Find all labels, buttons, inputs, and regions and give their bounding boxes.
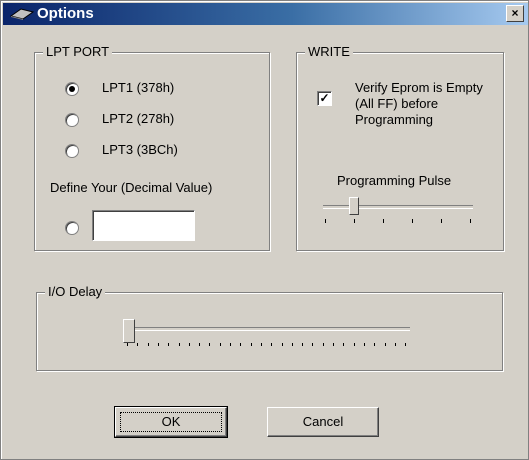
io-delay-tick (363, 343, 365, 346)
io-delay-tick (384, 343, 386, 346)
io-delay-tick (271, 343, 273, 346)
io-delay-tick (405, 343, 407, 346)
io-delay-tick (333, 343, 334, 346)
io-delay-tick (147, 343, 149, 346)
io-delay-group: I/O Delay (36, 284, 503, 371)
cancel-button[interactable]: Cancel (267, 407, 379, 437)
io-delay-tick (353, 343, 355, 346)
io-delay-tick (312, 343, 314, 346)
io-delay-tick (374, 343, 376, 346)
io-delay-tick (240, 343, 242, 346)
options-window: Options × LPT PORT LPT1 (378h) LPT2 (278… (0, 0, 529, 460)
write-legend: WRITE (305, 44, 353, 59)
radio-lpt3-label: LPT3 (3BCh) (102, 142, 178, 157)
radio-lpt2-button[interactable] (65, 113, 79, 127)
verify-label-line2: (All FF) before (355, 96, 439, 111)
close-button[interactable]: × (506, 5, 524, 22)
io-delay-tick (188, 343, 190, 346)
radio-lpt3-button[interactable] (65, 144, 79, 158)
focus-rect (120, 412, 222, 432)
io-delay-slider-thumb[interactable] (123, 319, 135, 343)
io-delay-tick (219, 343, 221, 346)
chip-icon (9, 8, 35, 20)
io-delay-tick (250, 343, 252, 346)
radio-custom-button[interactable] (65, 221, 79, 235)
programming-pulse-label: Programming Pulse (337, 173, 452, 188)
io-delay-slider-track[interactable] (125, 327, 410, 331)
lpt-port-legend: LPT PORT (43, 44, 113, 59)
io-delay-tick (260, 343, 262, 346)
io-delay-tick (343, 343, 345, 346)
pulse-tick (354, 219, 355, 223)
io-delay-tick (291, 343, 293, 346)
io-delay-tick (168, 343, 170, 346)
pulse-tick (441, 219, 442, 223)
io-delay-tick (178, 343, 180, 346)
radio-lpt1-label: LPT1 (378h) (102, 80, 175, 95)
pulse-slider-thumb[interactable] (349, 197, 359, 215)
io-delay-legend: I/O Delay (45, 284, 106, 299)
verify-label-line3: Programming (355, 112, 434, 127)
title-bar[interactable]: Options × (3, 3, 528, 25)
pulse-tick (412, 219, 413, 223)
pulse-tick (383, 219, 384, 223)
io-delay-tick (209, 343, 211, 346)
radio-lpt1-button[interactable] (65, 82, 79, 96)
radio-lpt2-label: LPT2 (278h) (102, 111, 175, 126)
io-delay-tick (137, 343, 139, 346)
pulse-tick (470, 219, 471, 223)
pulse-tick (325, 219, 326, 223)
verify-label-line1: Verify Eprom is Empty (355, 80, 483, 95)
window-title: Options (37, 5, 94, 22)
define-value-label: Define Your (Decimal Value) (50, 180, 213, 195)
cancel-button-label: Cancel (302, 414, 344, 429)
io-delay-tick (394, 343, 396, 346)
io-delay-tick (199, 343, 201, 346)
io-delay-tick (127, 343, 128, 346)
pulse-slider-track[interactable] (323, 205, 473, 209)
write-group: WRITE ✓ Verify Eprom is Empty (All FF) b… (296, 44, 504, 251)
custom-port-input[interactable] (92, 210, 195, 241)
io-delay-tick (302, 343, 304, 346)
io-delay-tick (230, 343, 231, 346)
lpt-port-group: LPT PORT LPT1 (378h) LPT2 (278h) LPT3 (3… (34, 44, 270, 251)
ok-button[interactable]: OK (114, 406, 228, 438)
verify-empty-checkbox[interactable]: ✓ (317, 91, 332, 106)
io-delay-tick (322, 343, 324, 346)
io-delay-tick (157, 343, 159, 346)
radio-selected-dot (69, 86, 75, 92)
io-delay-tick (281, 343, 283, 346)
